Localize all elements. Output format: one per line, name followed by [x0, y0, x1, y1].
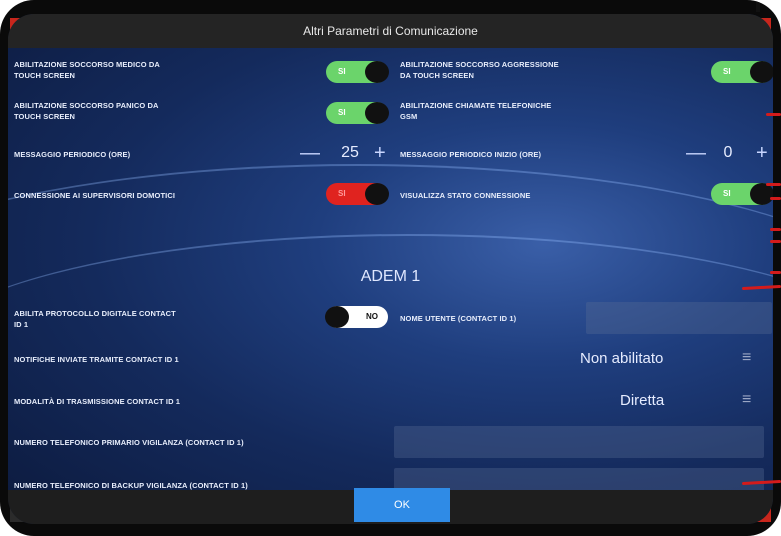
label-soccorso-aggressione: ABILITAZIONE SOCCORSO AGGRESSIONE DA TOU… — [400, 59, 559, 81]
toggle-knob — [750, 61, 773, 83]
label-notifiche: NOTIFICHE INVIATE TRAMITE CONTACT ID 1 — [14, 355, 179, 364]
label-line: TOUCH SCREEN — [14, 71, 76, 80]
minus-button[interactable]: — — [686, 142, 706, 164]
section-title: ADEM 1 — [360, 268, 421, 285]
toggle-knob — [750, 183, 773, 205]
toggle-soccorso-panico[interactable]: SI — [326, 102, 389, 124]
annotation-mark — [766, 183, 781, 186]
label-modalita: MODALITÀ DI TRASMISSIONE CONTACT ID 1 — [14, 397, 181, 406]
toggle-label: SI — [338, 108, 346, 117]
label-line: ABILITAZIONE SOCCORSO MEDICO DA — [14, 60, 160, 69]
settings-screen: Altri Parametri di Comunicazione ABILITA… — [8, 14, 773, 524]
menu-icon[interactable]: ≡ — [742, 391, 751, 409]
toggle-label: SI — [723, 67, 731, 76]
toggle-knob — [325, 306, 349, 328]
annotation-mark — [770, 271, 781, 274]
window-title: Altri Parametri di Comunicazione — [8, 14, 773, 48]
edge-mark — [756, 2, 760, 12]
menu-icon[interactable]: ≡ — [742, 349, 751, 367]
telefono-primario-input[interactable] — [394, 426, 764, 458]
toggle-soccorso-medico[interactable]: SI — [326, 61, 389, 83]
annotation-mark — [770, 240, 781, 243]
annotation-mark — [770, 197, 781, 200]
label-line: ABILITAZIONE CHIAMATE TELEFONICHE — [400, 101, 552, 110]
label-soccorso-panico: ABILITAZIONE SOCCORSO PANICO DA TOUCH SC… — [14, 100, 159, 122]
toggle-protocollo-digitale[interactable]: NO — [325, 306, 388, 328]
plus-button[interactable]: + — [756, 142, 768, 164]
toggle-visualizza-stato[interactable]: SI — [711, 183, 773, 205]
tablet-frame: Altri Parametri di Comunicazione ABILITA… — [0, 0, 781, 536]
stepper-value: 0 — [723, 144, 733, 161]
annotation-mark — [770, 228, 781, 231]
label-protocollo-digitale: ABILITA PROTOCOLLO DIGITALE CONTACT ID 1 — [14, 308, 176, 330]
toggle-connessione-supervisori[interactable]: SI — [326, 183, 389, 205]
ok-button[interactable]: OK — [354, 488, 450, 522]
label-line: GSM — [400, 112, 418, 121]
label-soccorso-medico: ABILITAZIONE SOCCORSO MEDICO DA TOUCH SC… — [14, 59, 160, 81]
label-line: ABILITA PROTOCOLLO DIGITALE CONTACT — [14, 309, 176, 318]
stepper-messaggio-inizio: — 0 + — [686, 142, 772, 164]
label-connessione-supervisori: CONNESSIONE AI SUPERVISORI DOMOTICI — [14, 191, 176, 200]
label-chiamate-gsm: ABILITAZIONE CHIAMATE TELEFONICHE GSM — [400, 100, 551, 122]
label-line: ABILITAZIONE SOCCORSO PANICO DA — [14, 101, 159, 110]
toggle-label: SI — [338, 67, 346, 76]
toggle-knob — [365, 61, 389, 83]
stepper-messaggio-periodico: — 25 + — [300, 142, 400, 164]
toggle-label: SI — [338, 189, 346, 198]
toggle-soccorso-aggressione[interactable]: SI — [711, 61, 773, 83]
stepper-value: 25 — [341, 144, 359, 161]
label-messaggio-inizio: MESSAGGIO PERIODICO INIZIO (ORE) — [400, 150, 542, 159]
notifiche-select[interactable]: Non abilitato — [580, 350, 663, 367]
toggle-label: NO — [366, 312, 378, 321]
plus-button[interactable]: + — [374, 142, 386, 164]
label-telefono-primario: NUMERO TELEFONICO PRIMARIO VIGILANZA (CO… — [14, 438, 244, 447]
minus-button[interactable]: — — [300, 142, 320, 164]
nome-utente-input[interactable] — [586, 302, 772, 334]
toggle-knob — [365, 102, 389, 124]
toggle-knob — [365, 183, 389, 205]
label-line: ABILITAZIONE SOCCORSO AGGRESSIONE — [400, 60, 559, 69]
toggle-label: SI — [723, 189, 731, 198]
label-line: ID 1 — [14, 320, 29, 329]
label-nome-utente: NOME UTENTE (CONTACT ID 1) — [400, 314, 517, 323]
modalita-select[interactable]: Diretta — [620, 392, 664, 409]
label-visualizza-stato: VISUALIZZA STATO CONNESSIONE — [400, 191, 531, 200]
label-line: DA TOUCH SCREEN — [400, 71, 475, 80]
label-messaggio-periodico: MESSAGGIO PERIODICO (ORE) — [14, 150, 131, 159]
label-line: TOUCH SCREEN — [14, 112, 76, 121]
annotation-mark — [766, 113, 781, 116]
